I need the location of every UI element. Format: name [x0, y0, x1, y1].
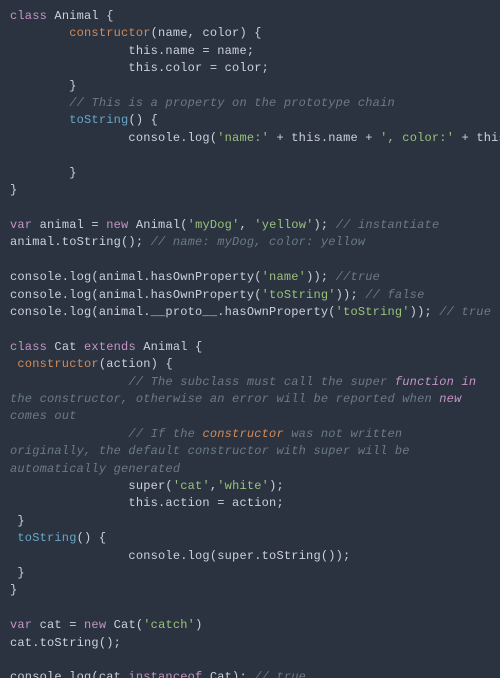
code-line: cat.toString(); [10, 636, 121, 650]
code-line: console.log('name:' + this.name + ', col… [10, 131, 500, 145]
class-name: Animal [47, 9, 99, 23]
text: cat = [32, 618, 84, 632]
text: console.log(animal.hasOwnProperty( [10, 270, 262, 284]
code-line: console.log(animal.hasOwnProperty('name'… [10, 270, 380, 284]
text: super( [10, 479, 173, 493]
code-line: class Cat extends Animal { [10, 340, 202, 354]
text: Cat( [106, 618, 143, 632]
string: ', color:' [380, 131, 454, 145]
string: 'catch' [143, 618, 195, 632]
code-line: } [10, 166, 77, 180]
code-line: } [10, 183, 17, 197]
text: + this.name + [269, 131, 380, 145]
string: 'cat' [173, 479, 210, 493]
comment: // true [254, 670, 306, 678]
string: 'toString' [262, 288, 336, 302]
class-name: Cat [47, 340, 84, 354]
text: ) [195, 618, 202, 632]
keyword-var: var [10, 218, 32, 232]
code-line: } [10, 514, 25, 528]
text: console.log( [10, 131, 217, 145]
text: , [239, 218, 254, 232]
punct: { [99, 9, 114, 23]
string: 'name' [262, 270, 306, 284]
text: )); [336, 288, 366, 302]
punct: () { [77, 531, 107, 545]
text: Animal { [136, 340, 203, 354]
keyword-class: class [10, 9, 47, 23]
text: console.log(animal.__proto__.hasOwnPrope… [10, 305, 336, 319]
comment: // name: myDog, color: yellow [151, 235, 366, 249]
string: 'name:' [217, 131, 269, 145]
string: 'toString' [336, 305, 410, 319]
text: animal = [32, 218, 106, 232]
code-line: } [10, 79, 77, 93]
text: + this.color); [454, 131, 500, 145]
fn-name: toString [10, 531, 77, 545]
text: Animal( [128, 218, 187, 232]
fn-name: toString [69, 113, 128, 127]
string: 'myDog' [188, 218, 240, 232]
keyword-new: new [84, 618, 106, 632]
string: 'white' [217, 479, 269, 493]
text: )); [410, 305, 440, 319]
code-line: this.name = name; [10, 44, 254, 58]
comment: // instantiate [336, 218, 440, 232]
constructor-keyword: constructor [69, 26, 150, 40]
code-line: var cat = new Cat('catch') [10, 618, 202, 632]
constructor-keyword: constructor [10, 357, 99, 371]
code-line: class Animal { [10, 9, 114, 23]
comment: // The subclass must call the super func… [10, 374, 490, 426]
comment: //true [336, 270, 380, 284]
code-line: var animal = new Animal('myDog', 'yellow… [10, 218, 439, 232]
code-line: constructor(action) { [10, 357, 173, 371]
code-line: console.log(super.toString()); [10, 549, 350, 563]
string: 'yellow' [254, 218, 313, 232]
text: animal.toString(); [10, 235, 151, 249]
punct: () { [128, 113, 158, 127]
text: console.log(animal.hasOwnProperty( [10, 288, 262, 302]
code-line: console.log(animal.__proto__.hasOwnPrope… [10, 305, 491, 319]
code-line: console.log(animal.hasOwnProperty('toStr… [10, 288, 424, 302]
comment: // If the constructor was not written or… [10, 426, 490, 478]
keyword-new: new [106, 218, 128, 232]
code-line: this.color = color; [10, 61, 269, 75]
code-line: } [10, 583, 17, 597]
code-line: toString() { [10, 113, 158, 127]
keyword-class: class [10, 340, 47, 354]
comment: // This is a property on the prototype c… [10, 96, 395, 110]
code-line: animal.toString(); // name: myDog, color… [10, 235, 365, 249]
text: ); [269, 479, 284, 493]
code-line: console.log(cat instanceof Cat); // true [10, 670, 306, 678]
code-line: } [10, 566, 25, 580]
text: )); [306, 270, 336, 284]
text: console.log(cat [10, 670, 128, 678]
params: (action) { [99, 357, 173, 371]
code-line: super('cat','white'); [10, 479, 284, 493]
keyword-instanceof: instanceof [128, 670, 202, 678]
keyword-var: var [10, 618, 32, 632]
params: (name, color) { [151, 26, 262, 40]
text: ); [314, 218, 336, 232]
comment: // true [439, 305, 491, 319]
code-line: toString() { [10, 531, 106, 545]
keyword-extends: extends [84, 340, 136, 354]
code-block: class Animal { constructor(name, color) … [0, 0, 500, 678]
comment: // false [365, 288, 424, 302]
text: Cat); [202, 670, 254, 678]
code-line: this.action = action; [10, 496, 284, 510]
code-line: constructor(name, color) { [10, 26, 262, 40]
